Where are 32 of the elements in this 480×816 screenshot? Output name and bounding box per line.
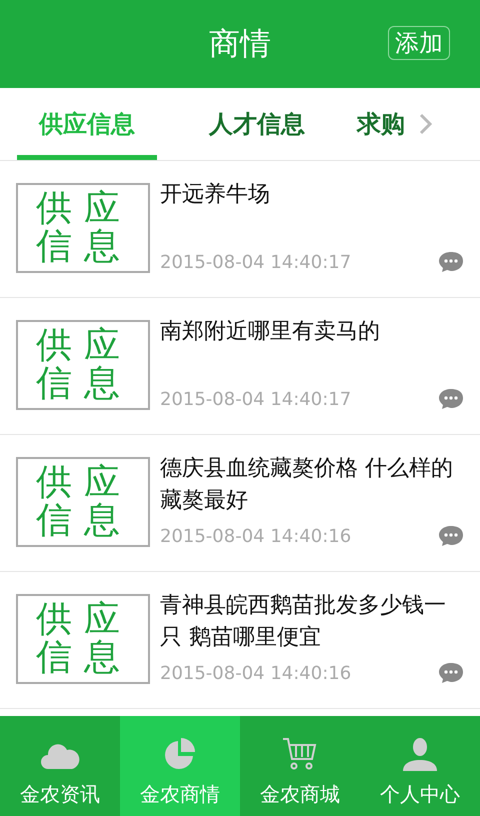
item-title: 青神县皖西鹅苗批发多少钱一只 鹅苗哪里便宜 xyxy=(160,592,447,652)
cart-icon xyxy=(282,737,318,771)
tab[interactable]: 人才信息 xyxy=(187,88,327,160)
comment-icon[interactable] xyxy=(438,662,464,684)
nav-label: 金农资讯 xyxy=(20,781,100,808)
item-time: 2015-08-04 14:40:17 xyxy=(160,252,352,272)
person-icon xyxy=(401,737,439,771)
nav-tab[interactable]: 金农资讯 xyxy=(0,716,120,816)
list-item[interactable]: 供应信息 开远养牛场 2015-08-04 14:40:17 xyxy=(0,161,480,298)
nav-tab[interactable]: 金农商城 xyxy=(240,716,360,816)
thumbnail-text: 供应信息 xyxy=(35,190,133,266)
item-title: 德庆县血统藏獒价格 什么样的藏獒最好 xyxy=(160,455,454,515)
list-item[interactable]: 供应信息 南郑附近哪里有卖马的 2015-08-04 14:40:17 xyxy=(0,298,480,435)
item-time: 2015-08-04 14:40:16 xyxy=(160,662,352,684)
page-title: 商情 xyxy=(209,25,271,64)
nav-tab[interactable]: 个人中心 xyxy=(360,716,480,816)
pie-chart-icon xyxy=(163,737,197,771)
comment-icon[interactable] xyxy=(438,251,464,273)
nav-label: 金农商情 xyxy=(140,781,220,808)
chevron-right-icon[interactable] xyxy=(419,113,433,135)
nav-label: 个人中心 xyxy=(380,781,460,808)
nav-label: 金农商城 xyxy=(260,781,340,808)
item-time: 2015-08-04 14:40:17 xyxy=(160,388,352,410)
thumbnail-text: 供应信息 xyxy=(35,327,133,403)
comment-icon[interactable] xyxy=(438,525,464,547)
thumbnail-text: 供应信息 xyxy=(35,464,133,540)
comment-icon[interactable] xyxy=(438,388,464,410)
thumbnail-text: 供应信息 xyxy=(35,601,133,677)
item-title: 开远养牛场 xyxy=(160,181,271,209)
tab[interactable]: 求购 xyxy=(357,88,405,160)
item-time: 2015-08-04 14:40:16 xyxy=(160,526,352,546)
item-title: 南郑附近哪里有卖马的 xyxy=(160,318,381,346)
